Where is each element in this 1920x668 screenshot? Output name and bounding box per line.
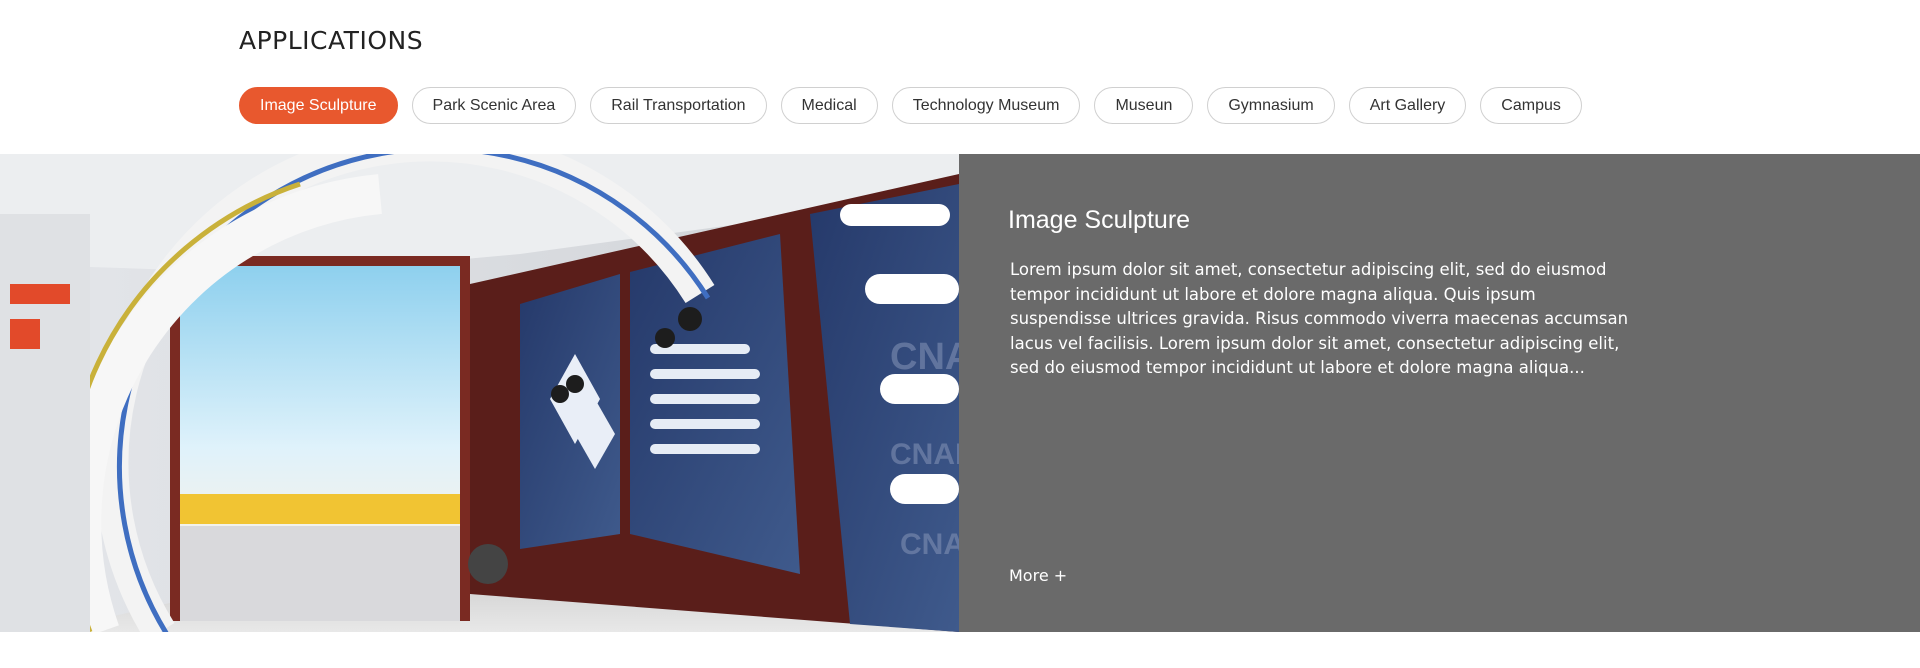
panel-title: Image Sculpture (1008, 206, 1191, 234)
tab-medical[interactable]: Medical (780, 87, 878, 124)
tab-art-gallery[interactable]: Art Gallery (1348, 87, 1467, 124)
panel-text-cnaf-2: CNAF (890, 438, 959, 471)
tab-gymnasium[interactable]: Gymnasium (1207, 87, 1335, 124)
tab-campus[interactable]: Campus (1480, 87, 1582, 124)
section-title: APPLICATIONS (239, 26, 424, 55)
tab-rail-transportation[interactable]: Rail Transportation (590, 87, 767, 124)
exhibition-hall-photo: CNAF CNAF CNAF (0, 154, 959, 632)
tab-park-scenic-area[interactable]: Park Scenic Area (411, 87, 577, 124)
tab-technology-museum[interactable]: Technology Museum (891, 87, 1081, 124)
panel-text-cnaf-3: CNAF (900, 528, 959, 561)
hero-section: CNAF CNAF CNAF Image Sculpture Lorem ips… (0, 154, 1920, 632)
exhibition-hall-illustration: CNAF CNAF CNAF (0, 154, 959, 632)
category-tabs: Image Sculpture Park Scenic Area Rail Tr… (239, 86, 1582, 125)
hero-info-panel: Image Sculpture Lorem ipsum dolor sit am… (959, 154, 1920, 632)
panel-description: Lorem ipsum dolor sit amet, consectetur … (1010, 260, 1629, 377)
tab-image-sculpture[interactable]: Image Sculpture (239, 87, 398, 124)
panel-text-cnaf-1: CNAF (890, 336, 959, 378)
more-link[interactable]: More + (1009, 566, 1067, 585)
tab-museun[interactable]: Museun (1094, 87, 1194, 124)
